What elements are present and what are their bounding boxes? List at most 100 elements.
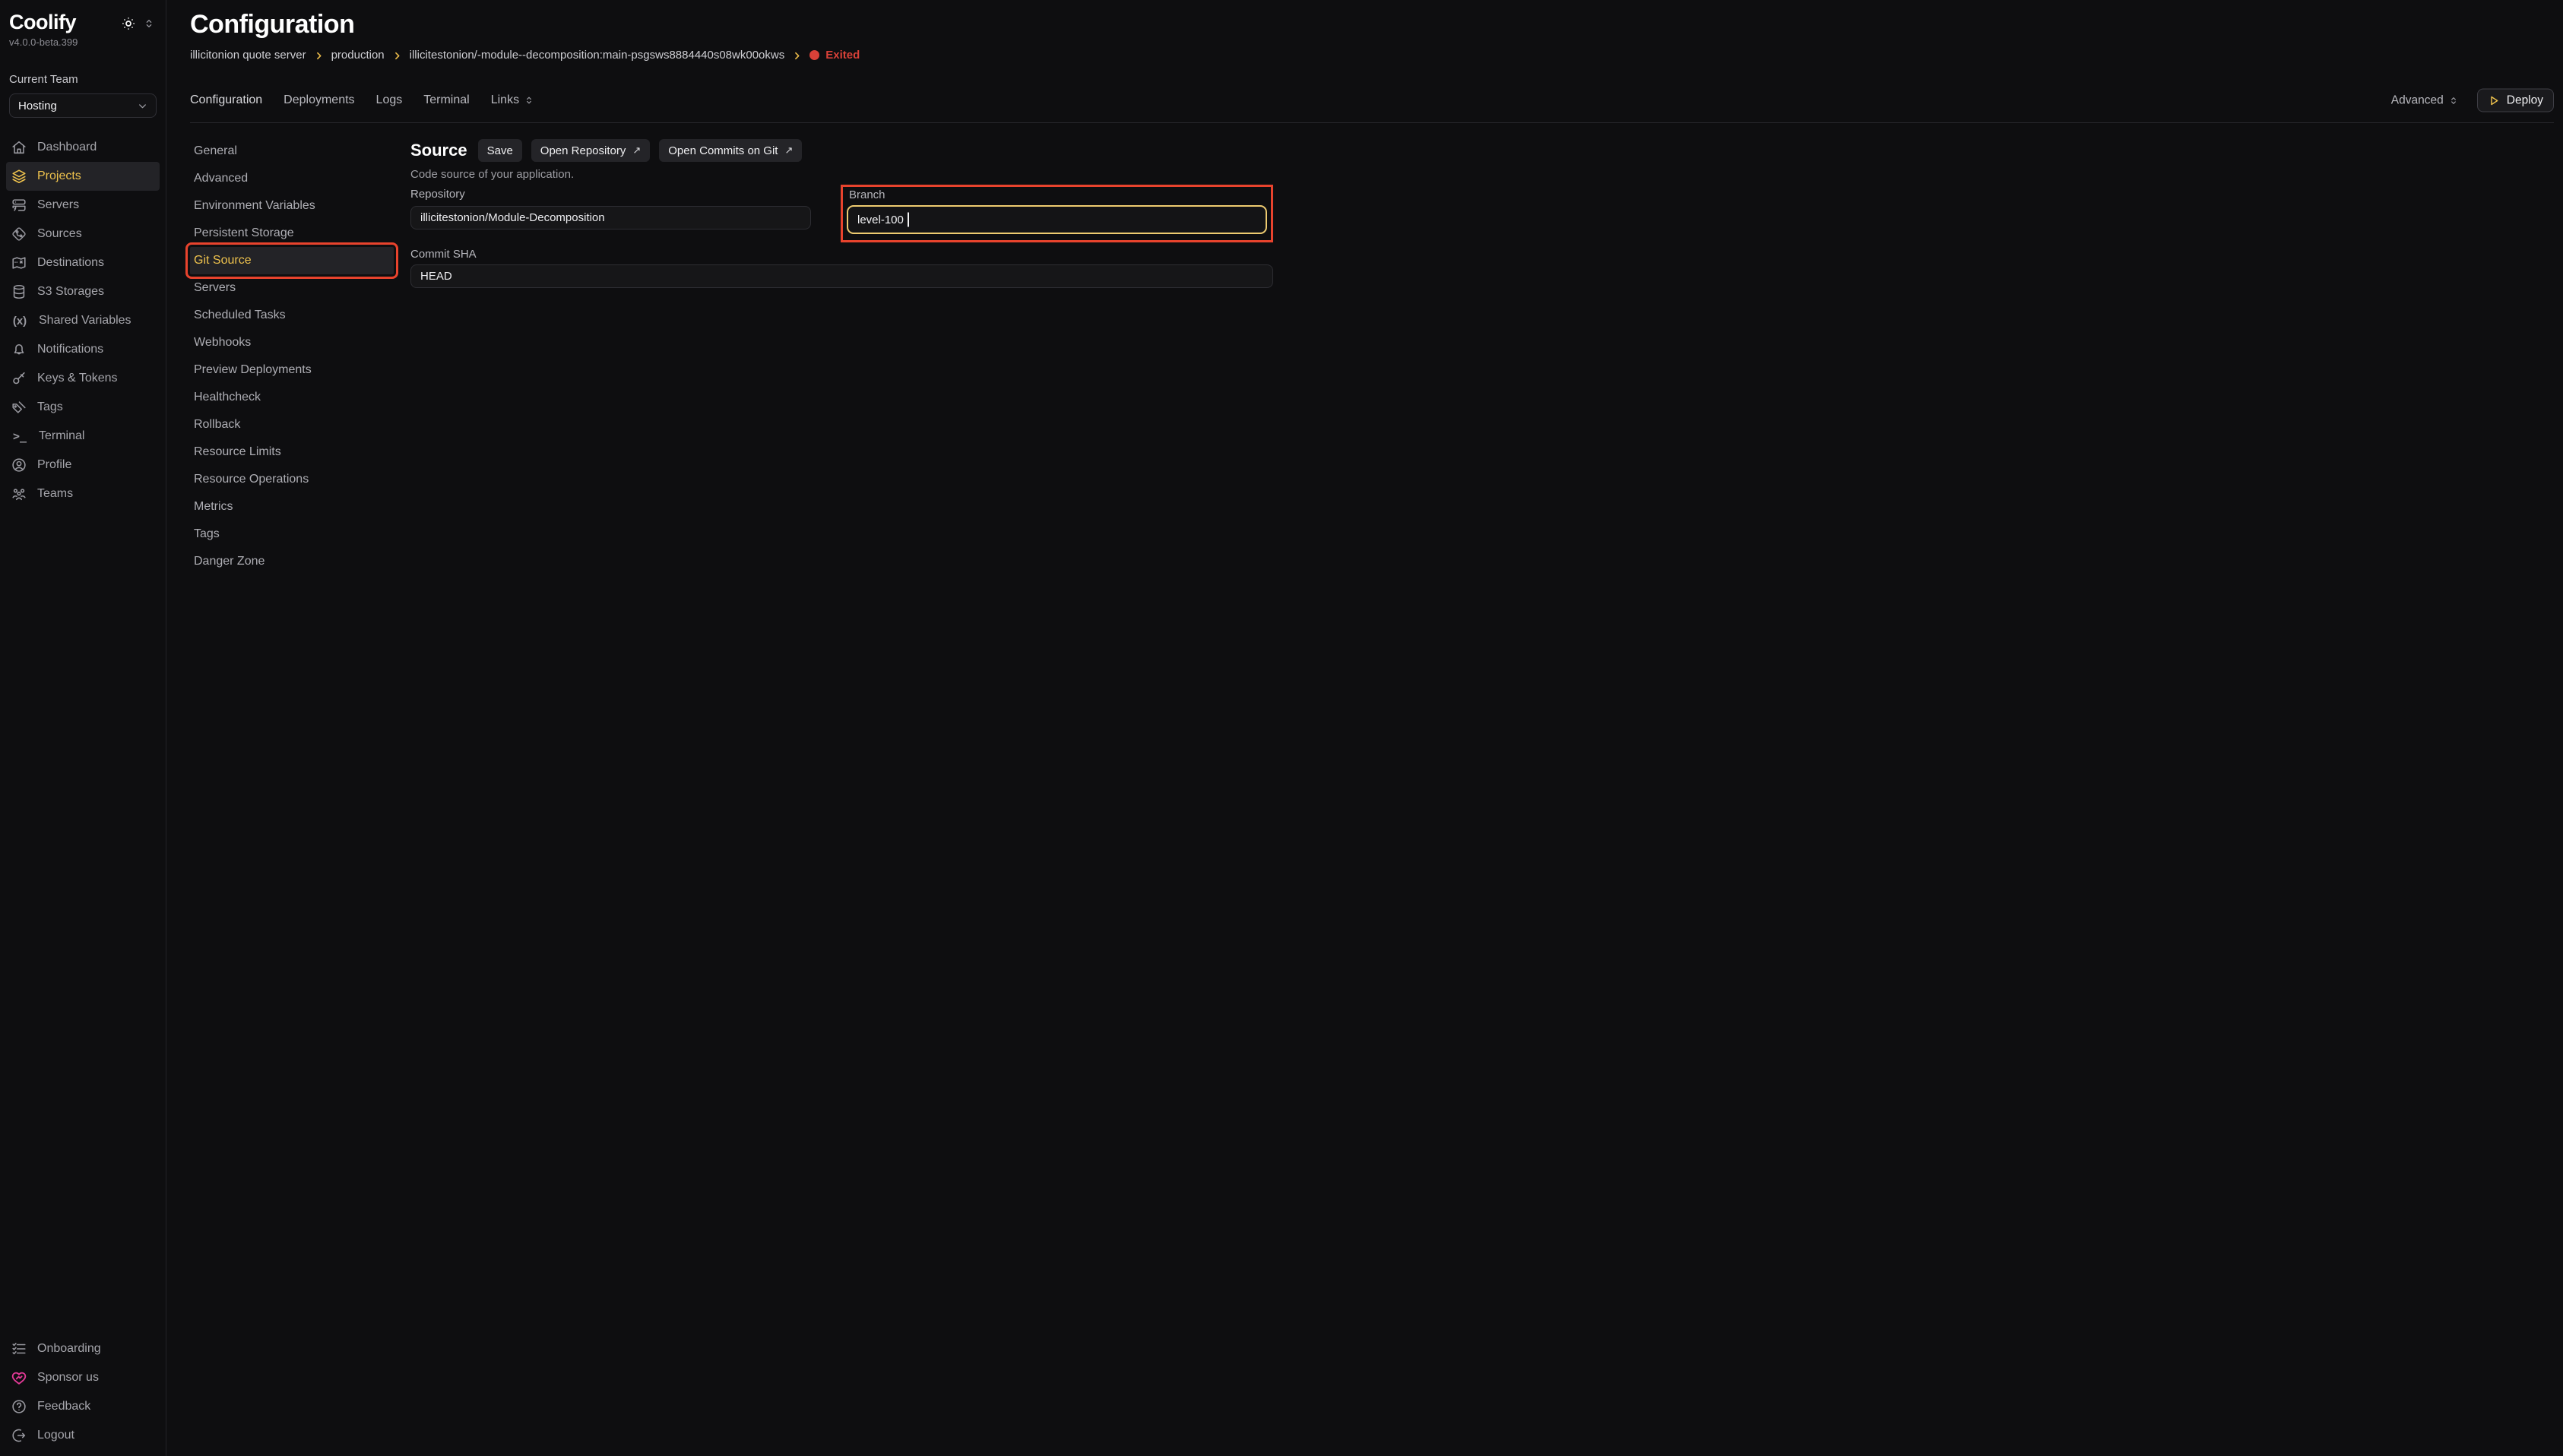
breadcrumb-environment[interactable]: production: [331, 49, 385, 62]
sidebar-item-label: Destinations: [37, 256, 104, 270]
sidebar-item-feedback[interactable]: Feedback: [6, 1392, 160, 1421]
sidebar-item-shared-variables[interactable]: (x) Shared Variables: [6, 306, 160, 335]
save-button[interactable]: Save: [478, 139, 522, 162]
commit-sha-input[interactable]: [410, 264, 1273, 288]
deploy-button[interactable]: Deploy: [2477, 89, 2554, 112]
status-dot-icon: [809, 50, 819, 60]
sidebar-item-tags[interactable]: Tags: [6, 393, 160, 422]
branch-annotation-box: Branch: [841, 185, 1273, 242]
subnav-item-resource-operations[interactable]: Resource Operations: [190, 466, 394, 493]
subnav-item-healthcheck[interactable]: Healthcheck: [190, 384, 394, 411]
tab-terminal[interactable]: Terminal: [423, 93, 469, 107]
chevrons-up-down-icon: [524, 95, 534, 106]
heart-hands-icon: [11, 1369, 27, 1386]
current-team-label: Current Team: [9, 73, 157, 86]
subnav-item-persistent-storage[interactable]: Persistent Storage: [190, 220, 394, 247]
subnav-item-servers[interactable]: Servers: [190, 274, 394, 302]
commit-sha-label: Commit SHA: [410, 248, 477, 261]
sidebar-footer: Onboarding Sponsor us Feedback Logout: [0, 1334, 166, 1450]
subnav-item-danger-zone[interactable]: Danger Zone: [190, 548, 394, 575]
status-badge: Exited: [809, 49, 860, 62]
subnav-item-webhooks[interactable]: Webhooks: [190, 329, 394, 356]
sidebar-item-label: Teams: [37, 487, 73, 501]
sidebar-item-servers[interactable]: Servers: [6, 191, 160, 220]
sidebar-item-notifications[interactable]: Notifications: [6, 335, 160, 364]
branch-input[interactable]: [847, 205, 1267, 234]
subnav-item-resource-limits[interactable]: Resource Limits: [190, 438, 394, 466]
subnav-item-scheduled-tasks[interactable]: Scheduled Tasks: [190, 302, 394, 329]
tab-links[interactable]: Links: [491, 93, 534, 107]
advanced-label: Advanced: [2391, 93, 2444, 107]
sidebar-item-s3-storages[interactable]: S3 Storages: [6, 277, 160, 306]
database-icon: [11, 283, 27, 300]
subnav-item-preview-deployments[interactable]: Preview Deployments: [190, 356, 394, 384]
tab-links-label: Links: [491, 93, 519, 107]
sidebar: Coolify v4.0.0-beta.399 Current Team Hos…: [0, 0, 166, 1456]
sidebar-item-label: Dashboard: [37, 141, 97, 154]
sidebar-item-sources[interactable]: Sources: [6, 220, 160, 248]
tab-deployments[interactable]: Deployments: [284, 93, 354, 107]
chevron-right-icon: [314, 51, 324, 61]
team-select[interactable]: Hosting: [9, 93, 157, 118]
sidebar-item-logout[interactable]: Logout: [6, 1421, 160, 1450]
sidebar-item-onboarding[interactable]: Onboarding: [6, 1334, 160, 1363]
breadcrumb-application[interactable]: illicitestonion/-module--decomposition:m…: [410, 49, 785, 62]
chevrons-up-down-icon: [2448, 95, 2459, 106]
subnav-item-general[interactable]: General: [190, 138, 394, 165]
deploy-label: Deploy: [2507, 93, 2543, 107]
external-link-icon: ↗: [632, 144, 641, 157]
checklist-icon: [11, 1340, 27, 1357]
sidebar-item-dashboard[interactable]: Dashboard: [6, 133, 160, 162]
chevrons-up-down-icon[interactable]: [143, 17, 155, 30]
section-description: Code source of your application.: [410, 168, 2563, 181]
open-repository-button[interactable]: Open Repository ↗: [531, 139, 650, 162]
breadcrumb-project[interactable]: illicitonion quote server: [190, 49, 306, 62]
app-version: v4.0.0-beta.399: [0, 34, 166, 48]
sidebar-item-label: Notifications: [37, 343, 103, 356]
sidebar-item-label: Servers: [37, 198, 79, 212]
server-icon: [11, 197, 27, 214]
git-source-panel: Source Save Open Repository ↗ Open Commi…: [410, 138, 2563, 575]
sidebar-item-sponsor-us[interactable]: Sponsor us: [6, 1363, 160, 1392]
map-icon: [11, 255, 27, 271]
subnav-item-tags[interactable]: Tags: [190, 521, 394, 548]
sidebar-item-label: Tags: [37, 400, 63, 414]
advanced-toggle[interactable]: Advanced: [2391, 93, 2459, 107]
sidebar-nav: Dashboard Projects Servers Sources Desti…: [0, 133, 166, 508]
subnav-item-metrics[interactable]: Metrics: [190, 493, 394, 521]
tab-configuration[interactable]: Configuration: [190, 93, 262, 107]
help-circle-icon: [11, 1398, 27, 1415]
sidebar-item-profile[interactable]: Profile: [6, 451, 160, 480]
sidebar-item-projects[interactable]: Projects: [6, 162, 160, 191]
sidebar-item-label: Onboarding: [37, 1342, 101, 1356]
repository-input[interactable]: [410, 206, 811, 229]
subnav-item-rollback[interactable]: Rollback: [190, 411, 394, 438]
open-repository-label: Open Repository: [540, 144, 626, 157]
tab-logs[interactable]: Logs: [376, 93, 403, 107]
status-label: Exited: [825, 49, 860, 62]
sidebar-item-destinations[interactable]: Destinations: [6, 248, 160, 277]
page-title: Configuration: [190, 10, 2563, 40]
chevron-right-icon: [792, 51, 802, 61]
sidebar-item-terminal[interactable]: >_ Terminal: [6, 422, 160, 451]
sidebar-item-label: S3 Storages: [37, 285, 104, 299]
team-select-value: Hosting: [18, 100, 57, 112]
play-icon: [2488, 94, 2500, 106]
bell-icon: [11, 341, 27, 358]
sidebar-item-label: Terminal: [39, 429, 84, 443]
sidebar-item-teams[interactable]: Teams: [6, 480, 160, 508]
user-circle-icon: [11, 457, 27, 473]
subnav-item-git-source[interactable]: Git Source: [190, 247, 394, 274]
subnav-item-environment-variables[interactable]: Environment Variables: [190, 192, 394, 220]
repository-label: Repository: [410, 188, 465, 201]
layers-icon: [11, 168, 27, 185]
users-icon: [11, 486, 27, 502]
sidebar-item-label: Logout: [37, 1429, 74, 1442]
sidebar-item-keys-tokens[interactable]: Keys & Tokens: [6, 364, 160, 393]
app-logo[interactable]: Coolify: [9, 11, 76, 34]
theme-sun-icon[interactable]: [121, 16, 136, 31]
open-commits-button[interactable]: Open Commits on Git ↗: [659, 139, 802, 162]
subnav-item-advanced[interactable]: Advanced: [190, 165, 394, 192]
tags-icon: [11, 399, 27, 416]
sidebar-item-label: Shared Variables: [39, 314, 131, 328]
